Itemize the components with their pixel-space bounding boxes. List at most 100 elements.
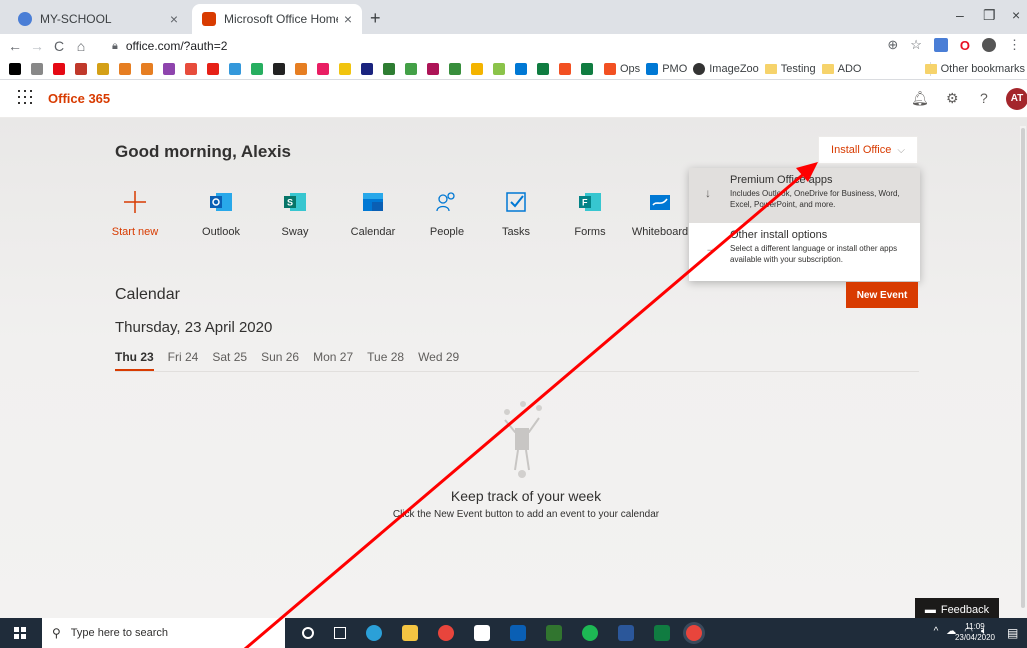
chevron-up-icon[interactable]: ^	[934, 626, 939, 637]
bookmark-icon[interactable]	[339, 62, 351, 75]
taskbar-search-box[interactable]: ⚲ Type here to search	[42, 618, 285, 648]
close-icon[interactable]: ×	[344, 11, 352, 27]
gear-icon[interactable]: ⚙	[946, 90, 959, 107]
day-tab-mon-27[interactable]: Mon 27	[313, 350, 353, 371]
minimize-button[interactable]: –	[956, 7, 964, 23]
chrome-icon[interactable]	[438, 625, 454, 641]
bookmark-icon[interactable]	[229, 62, 241, 75]
app-launcher-icon[interactable]	[18, 90, 32, 104]
project-icon[interactable]	[546, 625, 562, 641]
bookmark-icon[interactable]	[163, 62, 175, 75]
bookmark-ops[interactable]: Ops	[604, 62, 641, 75]
bell-icon[interactable]: 🔔︎	[911, 90, 929, 107]
app-people[interactable]: People	[417, 190, 477, 238]
bookmark-imagezoo[interactable]: ImageZoo	[693, 62, 759, 75]
scrollbar-thumb[interactable]	[1021, 128, 1025, 608]
tab-microsoft-office-home[interactable]: Microsoft Office Home ×	[192, 4, 362, 34]
cortana-icon[interactable]	[302, 627, 314, 639]
bookmark-icon[interactable]	[141, 62, 153, 75]
bookmark-icon[interactable]	[75, 62, 87, 75]
bookmark-testing[interactable]: Testing	[764, 63, 816, 75]
system-clock[interactable]: 11:09 23/04/2020	[950, 621, 1000, 643]
bookmark-icon[interactable]	[383, 62, 395, 75]
avatar[interactable]: AT	[1006, 88, 1027, 110]
bookmark-icon[interactable]	[449, 62, 461, 75]
tab-my-school[interactable]: MY-SCHOOL ×	[8, 4, 188, 34]
clock-date: 23/04/2020	[954, 633, 996, 642]
bookmark-icon[interactable]	[471, 62, 483, 75]
menu-item-premium-office-apps[interactable]: ↓ Premium Office apps Includes Outlook, …	[689, 168, 920, 223]
bookmark-icon[interactable]	[559, 62, 571, 75]
close-icon[interactable]: ×	[170, 11, 178, 27]
bookmark-icon[interactable]	[9, 62, 21, 75]
bookmark-label: Ops	[620, 62, 641, 75]
bookmark-icon[interactable]	[119, 62, 131, 75]
bookmark-icon[interactable]	[581, 62, 593, 75]
bookmark-icon[interactable]	[251, 62, 263, 75]
bookmark-icon[interactable]	[53, 62, 65, 75]
bookmark-icon[interactable]	[361, 62, 373, 75]
app-tasks[interactable]: Tasks	[486, 190, 546, 238]
bookmark-icon[interactable]	[317, 62, 329, 75]
outlook-icon[interactable]	[510, 625, 526, 641]
bookmark-icon[interactable]	[537, 62, 549, 75]
edge-icon[interactable]	[366, 625, 382, 641]
home-button[interactable]: ⌂	[70, 38, 92, 54]
notifications-icon[interactable]: ▤	[1007, 626, 1018, 640]
maximize-button[interactable]: ❐	[983, 7, 996, 24]
menu-item-other-install-options[interactable]: → Other install options Select a differe…	[689, 223, 920, 281]
bookmark-pmo[interactable]: PMO	[646, 62, 687, 75]
window-close-button[interactable]: ×	[1012, 7, 1020, 23]
star-icon[interactable]: ☆	[910, 37, 922, 53]
day-tab-sat-25[interactable]: Sat 25	[212, 350, 247, 371]
menu-icon[interactable]: ⋮	[1008, 37, 1021, 53]
app-sway[interactable]: S Sway	[265, 190, 325, 238]
new-event-button[interactable]: New Event	[846, 282, 918, 308]
windows-start-icon[interactable]	[14, 627, 26, 639]
bookmark-icon[interactable]	[427, 62, 439, 75]
day-tab-tue-28[interactable]: Tue 28	[367, 350, 404, 371]
add-icon[interactable]: ⊕	[887, 37, 898, 53]
bookmark-icon[interactable]	[405, 62, 417, 75]
opera-icon[interactable]: O	[960, 38, 970, 53]
greeting: Good morning, Alexis	[115, 142, 291, 161]
day-tab-thu-23[interactable]: Thu 23	[115, 350, 154, 371]
extension-icon[interactable]	[933, 38, 948, 52]
bookmark-icon[interactable]	[185, 62, 197, 75]
app-forms[interactable]: F Forms	[560, 190, 620, 238]
day-tab-fri-24[interactable]: Fri 24	[168, 350, 199, 371]
bookmark-ado[interactable]: ADO	[821, 63, 861, 75]
bookmark-icon[interactable]	[31, 62, 43, 75]
address-bar[interactable]: 🔒︎ office.com/?auth=2	[112, 34, 227, 58]
profile-icon[interactable]	[982, 38, 996, 52]
chrome-icon[interactable]	[686, 625, 702, 641]
bookmark-icon[interactable]	[493, 62, 505, 75]
word-icon[interactable]	[618, 625, 634, 641]
store-icon[interactable]	[474, 625, 490, 641]
day-tab-wed-29[interactable]: Wed 29	[418, 350, 459, 371]
forward-button[interactable]: →	[26, 38, 48, 54]
install-office-button[interactable]: Install Office ⌵	[818, 136, 918, 164]
app-calendar[interactable]: Calendar	[343, 190, 403, 238]
feedback-button[interactable]: ▬ Feedback	[915, 598, 999, 618]
folder-icon	[924, 64, 937, 74]
file-explorer-icon[interactable]	[402, 625, 418, 641]
reload-button[interactable]: C	[48, 38, 70, 54]
bookmark-icon[interactable]	[295, 62, 307, 75]
excel-icon[interactable]	[654, 625, 670, 641]
bookmark-icon[interactable]	[97, 62, 109, 75]
groove-icon[interactable]	[582, 625, 598, 641]
app-start-new[interactable]: Start new	[105, 190, 165, 238]
app-outlook[interactable]: Outlook	[191, 190, 251, 238]
task-view-icon[interactable]	[334, 627, 346, 639]
app-whiteboard[interactable]: Whiteboard	[630, 190, 690, 238]
back-button[interactable]: ←	[4, 38, 26, 54]
other-bookmarks[interactable]: Other bookmarks	[924, 63, 1025, 75]
new-tab-button[interactable]: +	[370, 8, 381, 29]
bookmark-icon[interactable]	[207, 62, 219, 75]
help-icon[interactable]: ?	[980, 90, 988, 106]
app-title[interactable]: Office 365	[48, 91, 110, 106]
day-tab-sun-26[interactable]: Sun 26	[261, 350, 299, 371]
bookmark-icon[interactable]	[515, 62, 527, 75]
bookmark-icon[interactable]	[273, 62, 285, 75]
